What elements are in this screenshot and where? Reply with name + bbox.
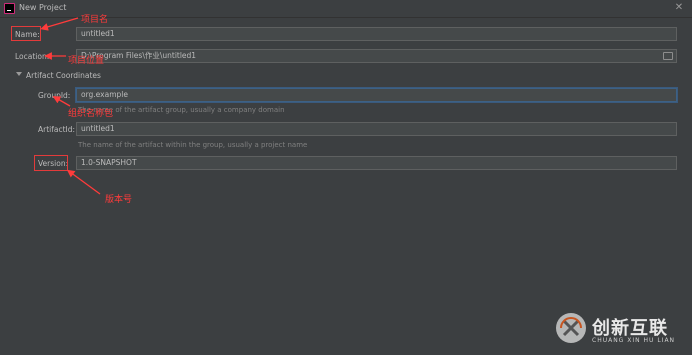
name-field[interactable]: untitled1 [76, 27, 677, 41]
watermark-subtext: CHUANG XIN HU LIAN [592, 337, 676, 344]
location-label: Location: [15, 52, 50, 61]
logo-icon [556, 313, 586, 343]
artifactid-label: ArtifactId: [38, 125, 76, 134]
location-field[interactable]: D:\Program Files\作业\untitled1 [76, 49, 677, 63]
app-icon [4, 3, 15, 14]
groupid-label: GroupId: [38, 91, 71, 100]
group-package-annotation: 组织名称包 [68, 109, 114, 119]
chevron-down-icon[interactable] [16, 72, 22, 76]
watermark-logo: 创新互联 CHUANG XIN HU LIAN [556, 311, 686, 351]
version-field[interactable]: 1.0-SNAPSHOT [76, 156, 677, 170]
folder-icon[interactable] [663, 52, 673, 60]
artifactid-hint: The name of the artifact within the grou… [78, 141, 308, 149]
artifactid-field[interactable]: untitled1 [76, 122, 677, 136]
project-location-annotation: 项目位置 [68, 56, 105, 66]
version-arrow [66, 169, 101, 195]
project-name-annotation: 项目名 [81, 15, 109, 25]
close-icon[interactable]: ✕ [672, 1, 686, 15]
version-annotation-box [34, 155, 68, 171]
artifact-section-label[interactable]: Artifact Coordinates [26, 71, 101, 80]
window-title: New Project [19, 3, 67, 12]
version-number-annotation: 版本号 [105, 195, 133, 205]
name-arrow [40, 17, 79, 31]
name-annotation-box [11, 26, 41, 41]
groupid-field[interactable]: org.example [76, 88, 677, 102]
